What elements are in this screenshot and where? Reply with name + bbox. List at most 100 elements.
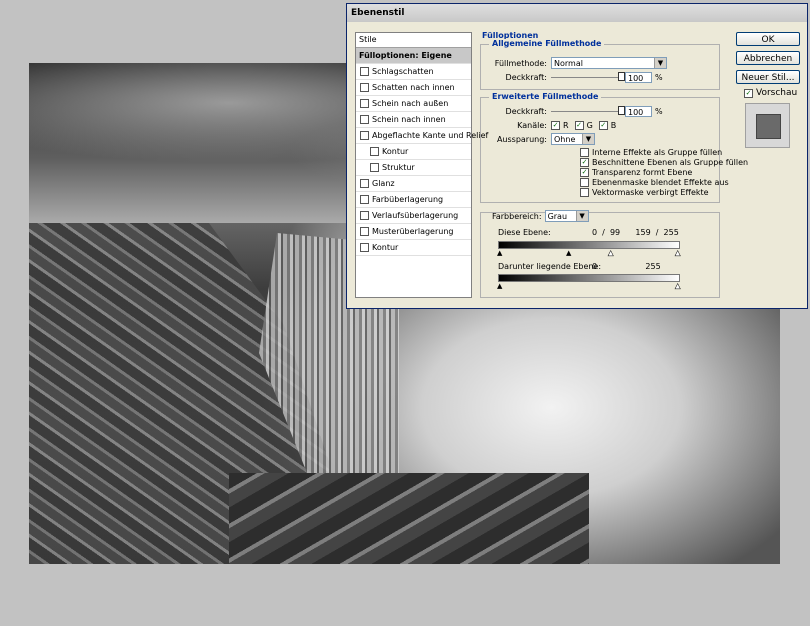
fill-opacity-label: Deckkraft:	[505, 107, 547, 116]
ok-button[interactable]: OK	[736, 32, 800, 46]
style-checkbox[interactable]	[360, 179, 369, 188]
styles-list-item[interactable]: Schlagschatten	[356, 64, 471, 80]
channels-label: Kanäle:	[517, 121, 547, 130]
style-checkbox[interactable]	[360, 227, 369, 236]
blend-option[interactable]: Ebenenmaske blendet Effekte aus	[580, 177, 748, 187]
fill-slider-handle[interactable]	[618, 106, 625, 115]
option-label: Transparenz formt Ebene	[592, 167, 693, 177]
style-item-label: Schlagschatten	[372, 67, 434, 76]
channel-label: G	[586, 121, 593, 130]
channel-checkbox[interactable]: ✓	[551, 121, 560, 130]
blend-option[interactable]: ✓ Beschnittene Ebenen als Gruppe füllen	[580, 157, 748, 167]
blend-if-label: Farbbereich:	[492, 211, 542, 221]
dialog-titlebar[interactable]: Ebenenstil	[347, 4, 807, 22]
preview-label: Vorschau	[756, 88, 798, 98]
option-label: Ebenenmaske blendet Effekte aus	[592, 177, 729, 187]
blend-if-group	[480, 212, 720, 298]
option-checkbox[interactable]: ✓	[580, 157, 589, 167]
style-item-label: Glanz	[372, 179, 395, 188]
styles-list-item[interactable]: Fülloptionen: Eigene	[356, 48, 471, 64]
fill-opacity-input[interactable]: 100	[625, 106, 652, 117]
opacity-label: Deckkraft:	[505, 73, 547, 82]
style-item-label: Struktur	[382, 163, 415, 172]
style-checkbox[interactable]	[370, 163, 379, 172]
blend-option[interactable]: Interne Effekte als Gruppe füllen	[580, 147, 748, 157]
style-preview-swatch	[745, 103, 790, 148]
fill-opacity-percent: %	[655, 107, 663, 116]
styles-list-item[interactable]: Struktur	[356, 160, 471, 176]
white-split-handle[interactable]: ▲	[608, 249, 614, 257]
style-checkbox[interactable]	[360, 131, 369, 140]
styles-list-item[interactable]: Abgeflachte Kante und Relief	[356, 128, 488, 144]
knockout-select[interactable]: Ohne ▼	[551, 133, 595, 145]
blend-mode-label: Füllmethode:	[494, 58, 547, 68]
preview-checkbox[interactable]: ✓	[744, 88, 753, 98]
style-item-label: Verlaufsüberlagerung	[372, 211, 459, 220]
this-layer-gradient[interactable]: ▲ ▲ ▲ ▲	[497, 241, 681, 257]
style-checkbox[interactable]	[360, 67, 369, 76]
style-item-label: Kontur	[372, 243, 399, 252]
blending-options-panel: Fülloptionen Allgemeine Füllmethode Füll…	[480, 30, 748, 300]
new-style-button[interactable]: Neuer Stil...	[736, 70, 800, 84]
style-checkbox[interactable]	[360, 99, 369, 108]
knockout-value: Ohne	[554, 135, 576, 144]
this-layer-values: 0 / 99 159 / 255	[592, 228, 679, 237]
channel-checkbox[interactable]: ✓	[574, 121, 584, 130]
blend-option[interactable]: ✓ Transparenz formt Ebene	[580, 167, 748, 177]
blend-mode-value: Normal	[554, 59, 583, 68]
opacity-slider[interactable]	[551, 72, 625, 81]
styles-list-item[interactable]: Farbüberlagerung	[356, 192, 471, 208]
style-checkbox[interactable]	[370, 147, 379, 156]
opacity-percent: %	[655, 73, 663, 82]
styles-list-item[interactable]: Verlaufsüberlagerung	[356, 208, 471, 224]
chevron-down-icon: ▼	[575, 211, 588, 221]
black-point-handle[interactable]: ▲	[497, 250, 502, 257]
styles-list-item[interactable]: Schein nach innen	[356, 112, 471, 128]
option-checkbox[interactable]	[580, 187, 589, 197]
blend-option[interactable]: Vektormaske verbirgt Effekte	[580, 187, 748, 197]
style-checkbox[interactable]	[360, 211, 369, 220]
blend-mode-select[interactable]: Normal ▼	[551, 57, 667, 69]
option-label: Interne Effekte als Gruppe füllen	[592, 147, 723, 157]
style-checkbox[interactable]	[360, 243, 369, 252]
option-checkbox[interactable]	[580, 147, 589, 157]
option-checkbox[interactable]	[580, 177, 589, 187]
style-checkbox[interactable]	[360, 115, 369, 124]
layer-style-dialog: Ebenenstil Stile Fülloptionen: Eigene Sch…	[346, 3, 808, 309]
style-item-label: Fülloptionen: Eigene	[359, 51, 452, 60]
option-checkbox[interactable]: ✓	[580, 167, 589, 177]
underlying-white-handle[interactable]: ▲	[675, 282, 681, 290]
styles-list-item[interactable]: Glanz	[356, 176, 471, 192]
underlying-layer-values: 0 255	[592, 262, 661, 271]
white-point-handle[interactable]: ▲	[675, 249, 681, 257]
styles-list-item[interactable]: Schatten nach innen	[356, 80, 471, 96]
fill-opacity-slider[interactable]	[551, 106, 625, 115]
underlying-black-handle[interactable]: ▲	[497, 283, 502, 290]
knockout-label: Aussparung:	[496, 134, 547, 144]
chevron-down-icon: ▼	[654, 58, 666, 68]
opacity-slider-handle[interactable]	[618, 72, 625, 81]
styles-list: Stile Fülloptionen: Eigene Schlagschatten…	[355, 32, 488, 298]
underlying-layer-gradient[interactable]: ▲ ▲	[497, 274, 681, 290]
this-layer-label: Diese Ebene:	[498, 228, 551, 237]
underlying-layer-label: Darunter liegende Ebene:	[498, 262, 602, 271]
styles-list-item[interactable]: Musterüberlagerung	[356, 224, 471, 240]
style-item-label: Abgeflachte Kante und Relief	[372, 131, 489, 140]
style-checkbox[interactable]	[360, 195, 369, 204]
channel-checkbox[interactable]: ✓	[598, 121, 608, 130]
styles-list-item[interactable]: Kontur	[356, 240, 471, 256]
cancel-button[interactable]: Abbrechen	[736, 51, 800, 65]
black-split-handle[interactable]: ▲	[566, 250, 571, 257]
preview-toggle[interactable]: ✓ Vorschau	[744, 88, 797, 98]
opacity-input[interactable]: 100	[625, 72, 652, 83]
styles-list-header[interactable]: Stile	[356, 33, 471, 48]
style-item-label: Farbüberlagerung	[372, 195, 444, 204]
style-item-label: Schein nach außen	[372, 99, 449, 108]
advanced-blending-legend: Erweiterte Füllmethode	[489, 92, 602, 101]
blend-if-select[interactable]: Grau ▼	[544, 210, 589, 222]
style-checkbox[interactable]	[360, 83, 369, 92]
blend-if-value: Grau	[547, 212, 568, 221]
styles-list-item[interactable]: Schein nach außen	[356, 96, 471, 112]
style-item-label: Musterüberlagerung	[372, 227, 454, 236]
styles-list-item[interactable]: Kontur	[356, 144, 471, 160]
